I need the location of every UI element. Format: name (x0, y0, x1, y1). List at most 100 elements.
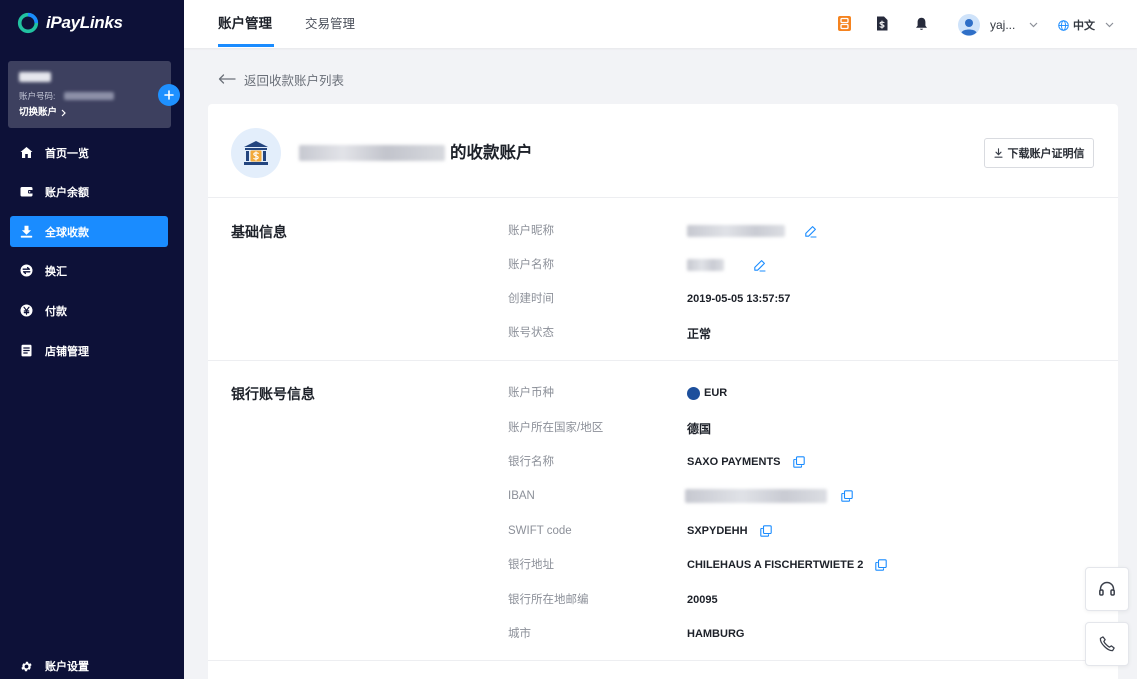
edit-account-name-button[interactable] (753, 259, 766, 272)
receiving-account-card: 的收款账户 下载账户证明信 基础信息 账户昵称 账户名称 创建时间 2019-0… (208, 104, 1118, 679)
field-label: 账号状态 (508, 327, 554, 339)
info-row-nickname: 账户昵称 (208, 221, 1118, 241)
divider (208, 197, 1118, 198)
bill-button[interactable] (876, 16, 888, 31)
ipaylinks-logo-icon (17, 12, 39, 34)
redacted-value (687, 259, 724, 271)
field-label: 账户币种 (508, 387, 554, 399)
info-row-iban: IBAN (208, 486, 1118, 506)
orange-badge-button[interactable] (838, 16, 851, 31)
info-row-status: 账号状态 正常 (208, 323, 1118, 343)
info-row-bank-name: 银行名称 SAXO PAYMENTS (208, 452, 1118, 472)
field-value: 德国 (687, 421, 712, 436)
currency-value: EUR (704, 387, 728, 399)
customer-service-button[interactable] (1085, 567, 1129, 611)
user-menu-toggle[interactable]: yaj... (990, 17, 1038, 33)
copy-icon (875, 559, 888, 571)
tab-transaction-management[interactable]: 交易管理 (305, 0, 355, 48)
field-label: 银行地址 (508, 559, 554, 571)
download-icon (993, 148, 1003, 158)
field-value: CHILEHAUS A FISCHERTWIETE 2 (687, 555, 888, 575)
field-value (687, 255, 766, 275)
download-certificate-button[interactable]: 下载账户证明信 (984, 138, 1094, 168)
card-title: 的收款账户 (450, 144, 533, 162)
eu-flag-icon (687, 386, 700, 400)
language-label: 中文 (1073, 20, 1095, 32)
tab-account-management[interactable]: 账户管理 (218, 0, 272, 48)
switch-account-link[interactable]: 切换账户 (19, 107, 66, 119)
swift-value: SXPYDEHH (687, 525, 748, 537)
bank-icon (244, 141, 268, 165)
notifications-button[interactable] (915, 17, 928, 31)
sidebar-item-label: 店铺管理 (45, 345, 89, 358)
field-label: 创建时间 (508, 293, 554, 305)
field-label: 账户名称 (508, 259, 554, 271)
field-label: SWIFT code (508, 525, 572, 537)
edit-nickname-button[interactable] (804, 225, 817, 238)
field-label: 城市 (508, 628, 531, 640)
copy-swift-button[interactable] (759, 525, 772, 537)
info-row-account-name: 账户名称 (208, 255, 1118, 275)
logo-text: iPayLinks (46, 13, 123, 32)
globe-icon (1058, 19, 1069, 31)
sidebar-item-label: 账户设置 (45, 661, 89, 673)
edit-icon (805, 225, 817, 238)
back-link-label: 返回收款账户列表 (244, 73, 345, 88)
back-to-receiving-accounts-link[interactable]: 返回收款账户列表 (218, 70, 344, 88)
sidebar-item-settings[interactable]: 账户设置 (10, 653, 168, 679)
sidebar-item-store[interactable]: 店铺管理 (10, 335, 168, 366)
field-label: IBAN (508, 490, 535, 502)
sidebar: iPayLinks 账户号码: 切换账户 首页一览 账户余额 全球收款 换汇 付… (0, 0, 184, 679)
field-value: EUR (687, 383, 727, 403)
copy-iban-button[interactable] (841, 490, 853, 502)
chevron-down-icon (1105, 22, 1114, 28)
exchange-icon (20, 264, 33, 277)
chevron-right-icon (61, 109, 66, 117)
field-value (685, 486, 853, 506)
edit-icon (754, 259, 766, 272)
sidebar-item-label: 换汇 (45, 265, 67, 278)
sidebar-item-home[interactable]: 首页一览 (10, 137, 168, 168)
bill-icon (877, 16, 888, 31)
switch-account-label: 切换账户 (19, 107, 58, 118)
phone-support-button[interactable] (1085, 622, 1129, 666)
account-number-label: 账户号码: (19, 91, 56, 101)
bank-address-value: CHILEHAUS A FISCHERTWIETE 2 (687, 559, 864, 571)
field-label: 银行名称 (508, 456, 554, 468)
copy-icon (792, 456, 805, 468)
field-label: 账户昵称 (508, 225, 554, 237)
avatar-icon (958, 14, 980, 36)
account-card: 账户号码: 切换账户 (8, 61, 171, 128)
sidebar-item-global-receive[interactable]: 全球收款 (10, 216, 168, 247)
copy-bank-address-button[interactable] (875, 559, 888, 571)
download-certificate-label: 下载账户证明信 (1007, 148, 1085, 160)
arrow-left-icon (218, 74, 236, 84)
sidebar-item-label: 首页一览 (45, 147, 89, 160)
field-value: SAXO PAYMENTS (687, 452, 805, 472)
redacted-account-name (19, 72, 51, 82)
redacted-value (685, 489, 827, 503)
language-switcher[interactable]: 中文 (1058, 17, 1114, 33)
field-label: 银行所在地邮编 (508, 594, 589, 606)
gear-icon (21, 661, 32, 671)
active-tab-indicator (218, 44, 274, 47)
copy-bank-name-button[interactable] (792, 456, 805, 468)
add-account-button[interactable] (158, 84, 180, 106)
wallet-icon (20, 187, 33, 197)
document-icon (21, 344, 32, 357)
info-row-currency: 账户币种 EUR (208, 383, 1118, 403)
sidebar-item-exchange[interactable]: 换汇 (10, 255, 168, 286)
chevron-down-icon (1029, 22, 1038, 28)
sidebar-item-payment[interactable]: 付款 (10, 295, 168, 326)
sidebar-item-label: 付款 (45, 305, 67, 318)
user-name: yaj... (990, 18, 1016, 32)
sidebar-item-balance[interactable]: 账户余额 (10, 176, 168, 207)
redacted-value (687, 225, 785, 237)
field-label: 账户所在国家/地区 (508, 422, 604, 434)
plus-icon (164, 90, 174, 100)
sidebar-item-label: 账户余额 (45, 186, 89, 199)
bank-name-value: SAXO PAYMENTS (687, 456, 781, 468)
logo[interactable]: iPayLinks (17, 11, 123, 35)
info-row-country: 账户所在国家/地区 德国 (208, 418, 1118, 438)
user-avatar[interactable] (958, 14, 980, 36)
